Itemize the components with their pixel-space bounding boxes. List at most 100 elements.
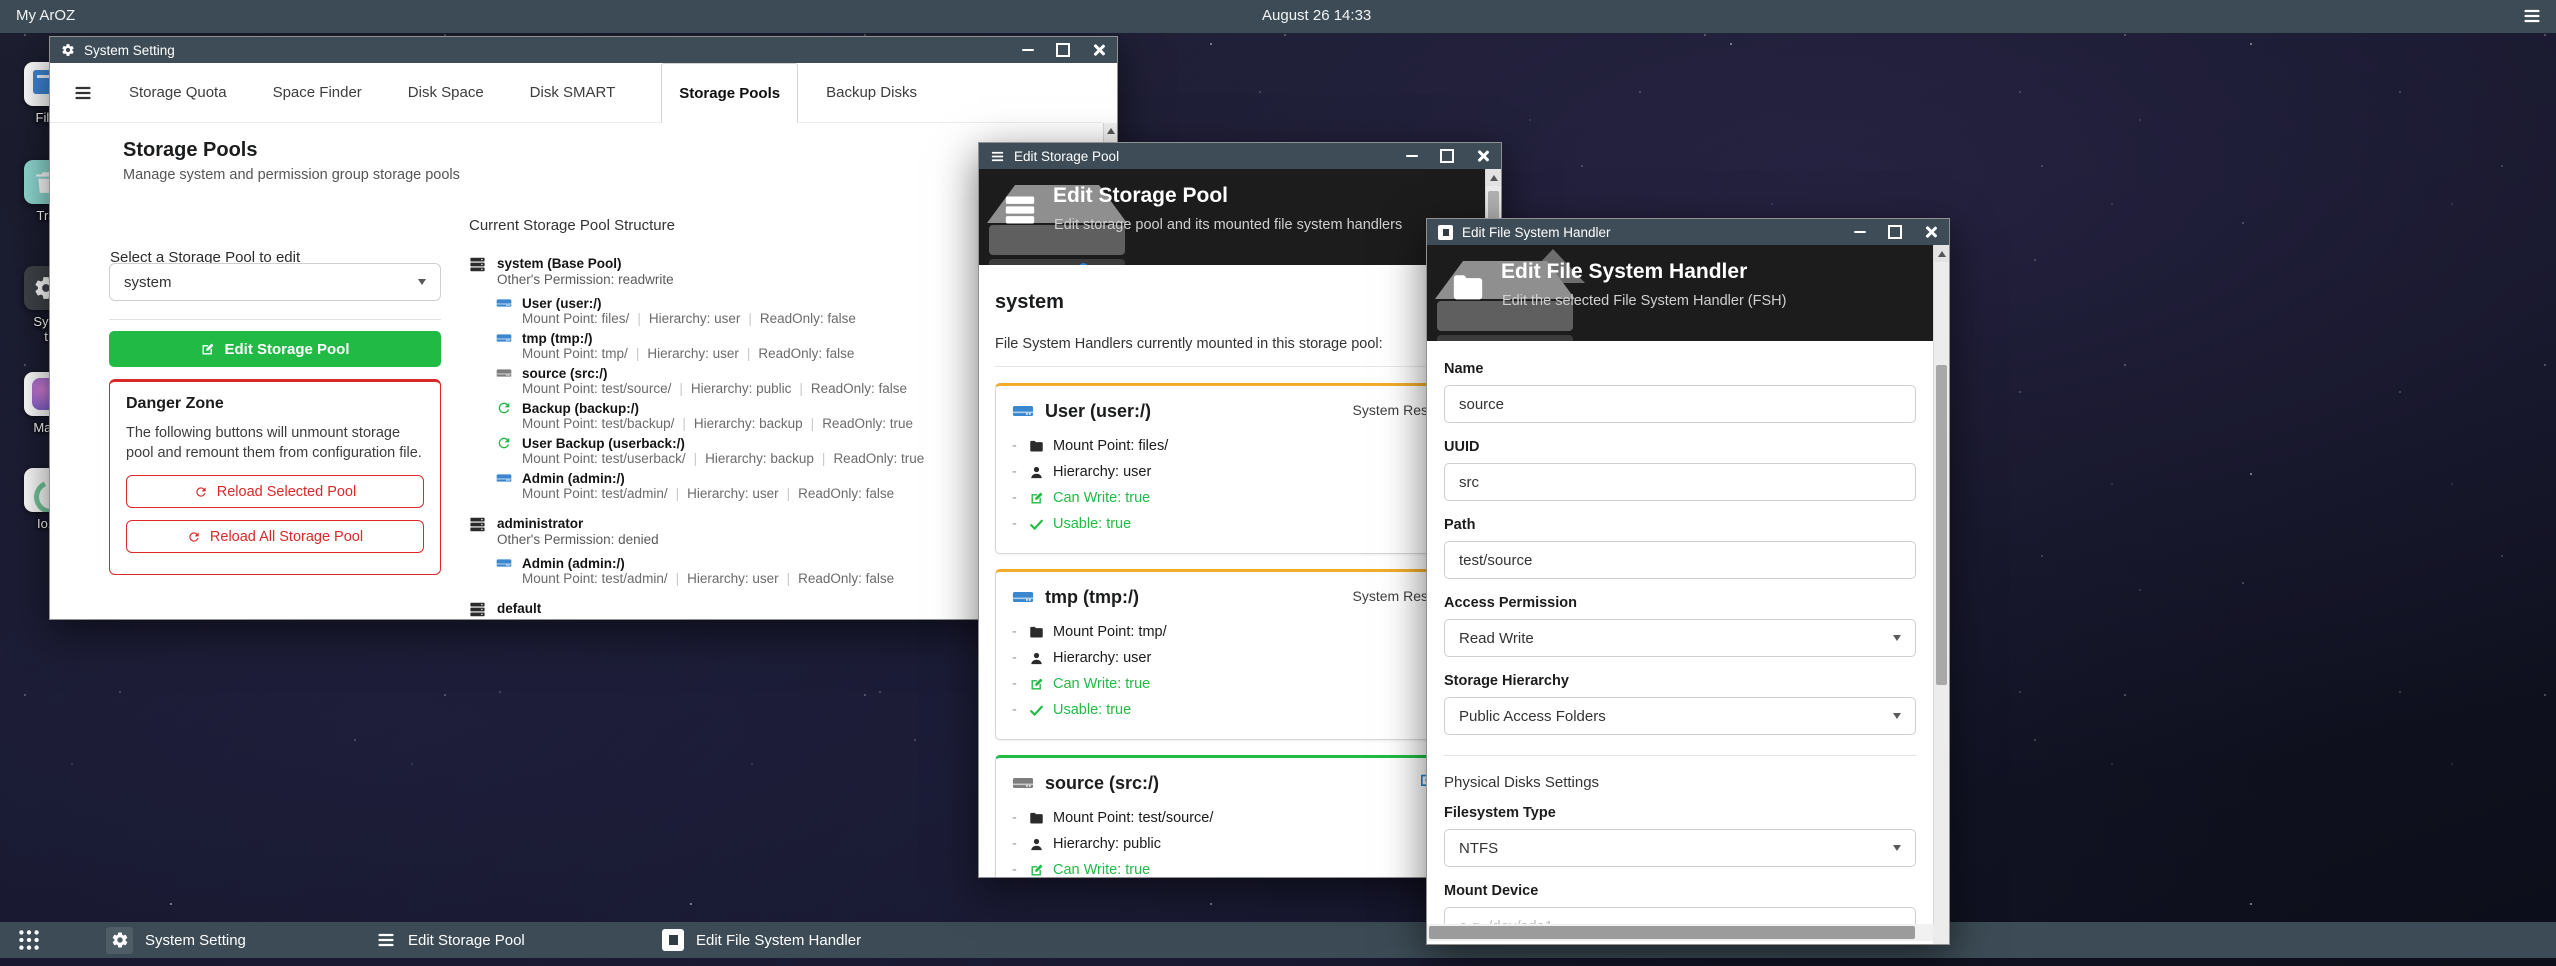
edit-fsh-scrollbar[interactable] <box>1933 245 1949 924</box>
maximize-button[interactable] <box>1056 43 1070 57</box>
usable-item: Usable: true <box>1012 697 1462 723</box>
divider <box>109 319 441 320</box>
uuid-label: UUID <box>1444 439 1916 455</box>
taskbar-item-edit-storage-pool[interactable]: Edit Storage Pool <box>376 922 525 958</box>
scroll-up-arrow[interactable] <box>1486 169 1501 186</box>
reload-selected-pool-button[interactable]: Reload Selected Pool <box>126 475 424 508</box>
close-button[interactable] <box>1924 225 1938 239</box>
maximize-button[interactable] <box>1888 225 1902 239</box>
tab-disk-smart[interactable]: Disk SMART <box>530 63 616 122</box>
aroz-brand[interactable]: My ArOZ <box>16 7 75 24</box>
refresh-icon <box>187 530 201 544</box>
taskbar-item-label: Edit Storage Pool <box>408 932 525 949</box>
divider <box>1444 755 1916 756</box>
minimize-button[interactable] <box>1406 155 1418 157</box>
tab-storage-quota[interactable]: Storage Quota <box>129 63 227 122</box>
user-icon <box>1029 837 1044 852</box>
fsh-entry: Admin (admin:/) Mount Point: test/admin/… <box>496 470 1009 501</box>
edit-fsh-titlebar[interactable]: Edit File System Handler <box>1427 219 1949 245</box>
fsh-card-tmp: tmp (tmp:/) System Reserved Mount Point:… <box>995 569 1477 740</box>
taskbar-item-edit-fsh[interactable]: Edit File System Handler <box>662 922 861 958</box>
banner-subtitle: Edit the selected File System Handler (F… <box>1502 293 1786 309</box>
taskbar-item-label: System Setting <box>145 932 246 949</box>
settings-tab-bar: Storage Quota Space Finder Disk Space Di… <box>50 63 1103 123</box>
hdd-icon <box>496 365 512 381</box>
mount-point-item: Mount Point: test/source/ <box>1012 805 1462 831</box>
desktop: File Tra Syst t Man Io1 System Setting S… <box>0 0 2556 966</box>
server-icon <box>469 601 486 618</box>
tab-space-finder[interactable]: Space Finder <box>273 63 362 122</box>
can-write-item: Can Write: true <box>1012 857 1462 877</box>
window-title: Edit File System Handler <box>1462 225 1611 240</box>
list-icon <box>376 930 396 950</box>
path-field[interactable] <box>1444 541 1916 579</box>
scroll-up-arrow[interactable] <box>1104 123 1117 138</box>
scrollbar-thumb[interactable] <box>1936 365 1947 685</box>
tab-backup-disks[interactable]: Backup Disks <box>826 63 917 122</box>
can-write-item: Can Write: true <box>1012 671 1462 697</box>
pool-name-heading: system <box>995 291 1477 314</box>
window-title: System Setting <box>84 43 175 58</box>
tab-storage-pools[interactable]: Storage Pools <box>661 63 798 123</box>
window-title: Edit Storage Pool <box>1014 149 1119 164</box>
pool-system: system (Base Pool) Other's Permission: r… <box>469 256 1009 501</box>
refresh-icon <box>496 400 512 416</box>
system-setting-titlebar[interactable]: System Setting <box>50 37 1117 63</box>
access-permission-label: Access Permission <box>1444 595 1916 611</box>
storage-pool-structure: Current Storage Pool Structure system (B… <box>469 217 1009 619</box>
physical-disks-section-label: Physical Disks Settings <box>1444 774 1916 791</box>
uuid-field[interactable] <box>1444 463 1916 501</box>
hamburger-menu-icon[interactable] <box>2522 6 2542 26</box>
close-button[interactable] <box>1476 149 1490 163</box>
scroll-up-arrow[interactable] <box>1934 245 1949 262</box>
storage-hierarchy-select[interactable]: Public Access Folders <box>1444 697 1916 735</box>
fsh-entry: tmp (tmp:/) Mount Point: tmp/Hierarchy: … <box>496 330 1009 361</box>
danger-zone-description: The following buttons will unmount stora… <box>126 423 424 463</box>
mount-device-field[interactable] <box>1444 907 1916 924</box>
pool-administrator: administrator Other's Permission: denied… <box>469 516 1009 586</box>
scrollbar-corner <box>1933 924 1949 944</box>
storage-pool-select[interactable]: system <box>109 263 441 301</box>
tab-disk-space[interactable]: Disk Space <box>408 63 484 122</box>
storage-pools-panel: Storage Pools Manage system and permissi… <box>50 123 1103 619</box>
filesystem-type-label: Filesystem Type <box>1444 805 1916 821</box>
top-bar: My ArOZ August 26 14:33 <box>0 0 2556 33</box>
menu-icon[interactable] <box>73 83 93 103</box>
page-title: Storage Pools <box>123 139 257 162</box>
pool-name: system (Base Pool) <box>497 256 674 272</box>
access-permission-select[interactable]: Read Write <box>1444 619 1916 657</box>
fsh-card-source: source (src:/) Mount Point: test/source/… <box>995 755 1477 877</box>
fsh-entry: User Backup (userback:/) Mount Point: te… <box>496 435 1009 466</box>
reload-all-storage-pool-button[interactable]: Reload All Storage Pool <box>126 520 424 553</box>
maximize-button[interactable] <box>1440 149 1454 163</box>
app-launcher-button[interactable] <box>16 922 42 958</box>
check-icon <box>1029 517 1044 532</box>
fsh-card-user: User (user:/) System Reserved Mount Poin… <box>995 383 1477 554</box>
user-icon <box>1029 651 1044 666</box>
edit-storage-pool-banner: Edit Storage Pool Edit storage pool and … <box>979 169 1485 265</box>
minimize-button[interactable] <box>1022 49 1034 51</box>
can-write-item: Can Write: true <box>1012 485 1462 511</box>
edit-storage-pool-titlebar[interactable]: Edit Storage Pool <box>979 143 1501 169</box>
name-field[interactable] <box>1444 385 1916 423</box>
server-icon <box>469 516 486 533</box>
hdd-icon <box>496 555 512 571</box>
minimize-button[interactable] <box>1854 231 1866 233</box>
taskbar: System Setting Edit Storage Pool Edit Fi… <box>0 922 2556 958</box>
path-label: Path <box>1444 517 1916 533</box>
chevron-down-icon <box>1893 713 1901 719</box>
hdd-icon <box>1012 586 1034 608</box>
pool-name: administrator <box>497 516 659 532</box>
mount-device-label: Mount Device <box>1444 883 1916 899</box>
edit-fsh-horizontal-scrollbar[interactable] <box>1427 924 1933 941</box>
structure-title: Current Storage Pool Structure <box>469 217 1009 234</box>
pool-name: default <box>497 601 659 617</box>
close-button[interactable] <box>1092 43 1106 57</box>
server-icon <box>469 256 486 273</box>
taskbar-item-system-setting[interactable]: System Setting <box>106 922 246 958</box>
edit-storage-pool-button[interactable]: Edit Storage Pool <box>109 331 441 367</box>
hierarchy-item: Hierarchy: user <box>1012 459 1462 485</box>
scrollbar-thumb[interactable] <box>1429 926 1915 939</box>
document-icon <box>662 929 684 951</box>
filesystem-type-select[interactable]: NTFS <box>1444 829 1916 867</box>
